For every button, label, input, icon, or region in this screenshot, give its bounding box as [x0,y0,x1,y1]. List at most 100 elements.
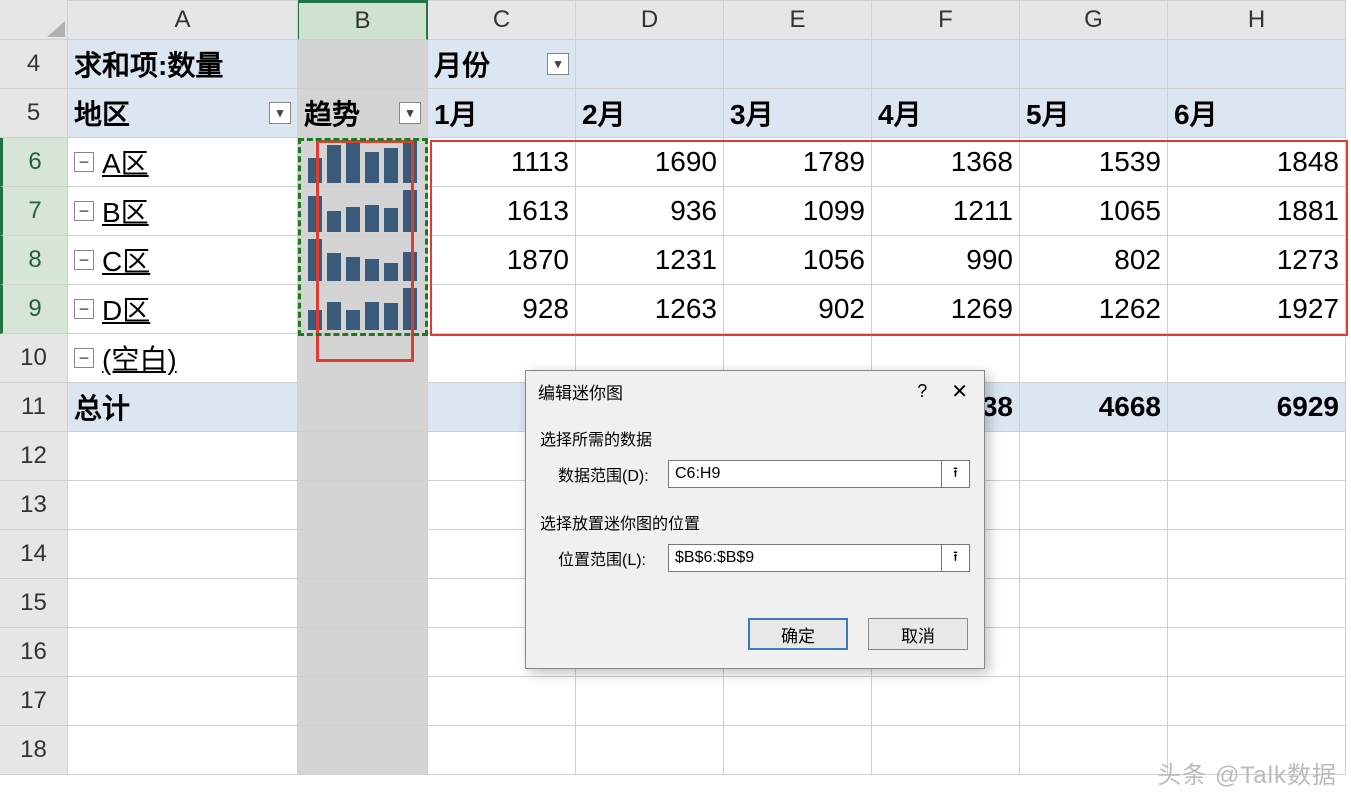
filter-dropdown-icon[interactable]: ▾ [547,53,569,75]
data-cell[interactable]: 1690 [576,138,724,187]
cell[interactable] [428,726,576,775]
row-header[interactable]: 16 [0,628,68,677]
col-header-E[interactable]: E [724,0,872,40]
row-header[interactable]: 6 [0,138,68,187]
data-cell[interactable]: 936 [576,187,724,236]
cell[interactable] [1168,677,1346,726]
cell[interactable] [724,726,872,775]
cell[interactable] [428,677,576,726]
cell[interactable] [1168,481,1346,530]
region-cell[interactable]: − C区 [68,236,298,285]
col-header-C[interactable]: C [428,0,576,40]
data-cell[interactable]: 902 [724,285,872,334]
cell[interactable] [68,481,298,530]
cell[interactable] [298,628,428,677]
data-cell[interactable]: 1881 [1168,187,1346,236]
data-cell[interactable]: 1927 [1168,285,1346,334]
collapse-icon[interactable]: − [74,348,94,368]
data-cell[interactable]: 802 [1020,236,1168,285]
region-cell[interactable]: − B区 [68,187,298,236]
cell[interactable] [872,677,1020,726]
data-cell[interactable]: 1848 [1168,138,1346,187]
data-range-input[interactable] [668,460,942,488]
select-all-corner[interactable] [0,0,68,40]
cell[interactable] [298,726,428,775]
row-header[interactable]: 8 [0,236,68,285]
col-header-F[interactable]: F [872,0,1020,40]
row-header[interactable]: 12 [0,432,68,481]
collapse-icon[interactable]: − [74,299,94,319]
row-header[interactable]: 14 [0,530,68,579]
filter-dropdown-icon[interactable]: ▾ [269,102,291,124]
cell[interactable] [1020,432,1168,481]
row-header[interactable]: 18 [0,726,68,775]
data-cell[interactable]: 1262 [1020,285,1168,334]
col-header-H[interactable]: H [1168,0,1346,40]
row-header[interactable]: 5 [0,89,68,138]
row-header[interactable]: 17 [0,677,68,726]
data-cell[interactable]: 1539 [1020,138,1168,187]
cell[interactable] [298,677,428,726]
cell[interactable] [298,432,428,481]
cell[interactable] [1020,334,1168,383]
cell[interactable] [1020,628,1168,677]
cell[interactable] [68,579,298,628]
col-header-G[interactable]: G [1020,0,1168,40]
data-cell[interactable]: 928 [428,285,576,334]
cell[interactable] [872,40,1020,89]
cell[interactable] [1020,481,1168,530]
cell[interactable] [1168,530,1346,579]
row-header[interactable]: 13 [0,481,68,530]
dialog-close-icon[interactable]: ✕ [945,379,974,404]
data-cell[interactable]: 1368 [872,138,1020,187]
cell[interactable] [1168,334,1346,383]
data-cell[interactable]: 1099 [724,187,872,236]
cell[interactable] [1020,40,1168,89]
collapse-icon[interactable]: − [74,152,94,172]
cell[interactable] [576,726,724,775]
region-cell[interactable]: − D区 [68,285,298,334]
cell[interactable] [724,40,872,89]
ok-button[interactable]: 确定 [748,618,848,650]
cell[interactable] [298,579,428,628]
cell[interactable] [68,726,298,775]
row-header[interactable]: 11 [0,383,68,432]
cell[interactable] [298,40,428,89]
cell[interactable] [298,383,428,432]
total-cell[interactable]: 6929 [1168,383,1346,432]
cell[interactable] [68,432,298,481]
col-header-D[interactable]: D [576,0,724,40]
cell[interactable] [68,628,298,677]
sparkline-cell[interactable] [298,187,428,236]
cell[interactable] [1168,40,1346,89]
region-cell[interactable]: − (空白) [68,334,298,383]
cell[interactable] [1020,530,1168,579]
row-header[interactable]: 4 [0,40,68,89]
data-cell[interactable]: 1211 [872,187,1020,236]
cell[interactable] [576,677,724,726]
cell[interactable] [298,530,428,579]
col-header-A[interactable]: A [68,0,298,40]
cell[interactable] [1020,726,1168,775]
data-cell[interactable]: 1269 [872,285,1020,334]
cancel-button[interactable]: 取消 [868,618,968,650]
sparkline-cell[interactable] [298,285,428,334]
cell[interactable] [1168,628,1346,677]
range-picker-icon[interactable]: ⭱ [942,544,970,572]
sparkline-cell[interactable] [298,236,428,285]
row-header[interactable]: 9 [0,285,68,334]
cell[interactable] [298,481,428,530]
cell[interactable] [1020,677,1168,726]
cell[interactable] [298,334,428,383]
data-cell[interactable]: 1789 [724,138,872,187]
total-cell[interactable]: 4668 [1020,383,1168,432]
filter-dropdown-icon[interactable]: ▾ [399,102,421,124]
dialog-help-icon[interactable]: ? [917,381,927,402]
data-cell[interactable]: 1613 [428,187,576,236]
data-cell[interactable]: 1263 [576,285,724,334]
cell[interactable] [724,677,872,726]
cell[interactable] [1020,579,1168,628]
collapse-icon[interactable]: − [74,250,94,270]
data-cell[interactable]: 1056 [724,236,872,285]
cell[interactable] [872,726,1020,775]
